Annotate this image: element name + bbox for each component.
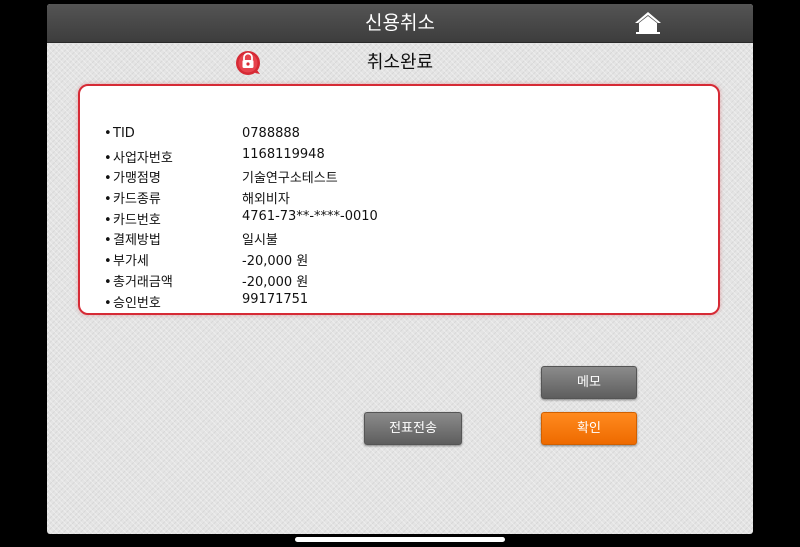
bullet-icon: • — [104, 150, 112, 166]
detail-row: •결제방법 일시불 — [104, 227, 704, 248]
detail-row: •총거래금액 -20,000 원 — [104, 269, 704, 290]
detail-row: •부가세 -20,000 원 — [104, 248, 704, 269]
bullet-icon: • — [104, 274, 112, 290]
detail-label-text: 사업자번호 — [113, 150, 173, 166]
app-screen: 신용취소 취소완료 •TID 0788888 •사업자번호 1168119948 •가맹… — [47, 4, 753, 534]
bullet-icon: • — [104, 171, 112, 187]
detail-value: -20,000 원 — [242, 254, 309, 270]
detail-value: 1168119948 — [242, 146, 325, 162]
detail-row: •가맹점명 기술연구소테스트 — [104, 165, 704, 186]
bullet-icon: • — [104, 192, 112, 208]
detail-value: 99171751 — [242, 291, 309, 307]
home-indicator[interactable] — [295, 537, 505, 542]
detail-label: •부가세 — [104, 250, 149, 269]
detail-label-text: 가맹점명 — [113, 171, 161, 187]
send-slip-button[interactable]: 전표전송 — [364, 412, 462, 445]
detail-row: •승인번호 99171751 — [104, 290, 704, 311]
detail-label: •결제방법 — [104, 229, 161, 248]
receipt-card: •TID 0788888 •사업자번호 1168119948 •가맹점명 기술연구소테스트… — [78, 84, 720, 315]
status-title: 취소완료 — [366, 52, 434, 73]
receipt-details: •TID 0788888 •사업자번호 1168119948 •가맹점명 기술연구소테스트… — [104, 124, 704, 311]
bullet-icon: • — [104, 295, 112, 311]
detail-value: 0788888 — [242, 126, 300, 141]
detail-label-text: 승인번호 — [113, 295, 161, 311]
detail-label: •카드번호 — [104, 209, 161, 228]
bullet-icon: • — [104, 126, 112, 141]
title-bar: 신용취소 — [47, 4, 753, 43]
detail-row: •카드종류 해외비자 — [104, 186, 704, 207]
detail-row: •TID 0788888 — [104, 124, 704, 145]
detail-value: -20,000 원 — [242, 274, 309, 290]
bullet-icon: • — [104, 212, 112, 228]
detail-label-text: 카드종류 — [113, 192, 161, 208]
detail-label: •카드종류 — [104, 188, 161, 207]
confirm-button[interactable]: 확인 — [541, 412, 637, 445]
detail-label: •총거래금액 — [104, 271, 173, 290]
detail-label-text: 총거래금액 — [113, 274, 173, 290]
memo-button[interactable]: 메모 — [541, 366, 637, 399]
detail-label-text: 부가세 — [113, 254, 149, 270]
detail-value: 기술연구소테스트 — [242, 171, 338, 187]
detail-label-text: TID — [113, 126, 135, 141]
bullet-icon: • — [104, 233, 112, 249]
detail-label-text: 카드번호 — [113, 212, 161, 228]
detail-row: •카드번호 4761-73**-****-0010 — [104, 207, 704, 228]
detail-label: •TID — [104, 126, 135, 141]
detail-label: •사업자번호 — [104, 147, 173, 166]
detail-value: 일시불 — [242, 233, 278, 249]
home-button[interactable] — [633, 9, 663, 37]
detail-label-text: 결제방법 — [113, 233, 161, 249]
detail-label: •승인번호 — [104, 292, 161, 311]
detail-row: •사업자번호 1168119948 — [104, 145, 704, 166]
detail-value: 4761-73**-****-0010 — [242, 208, 378, 224]
home-icon — [635, 12, 661, 34]
detail-label: •가맹점명 — [104, 167, 161, 186]
bullet-icon: • — [104, 254, 112, 270]
detail-value: 해외비자 — [242, 192, 290, 208]
